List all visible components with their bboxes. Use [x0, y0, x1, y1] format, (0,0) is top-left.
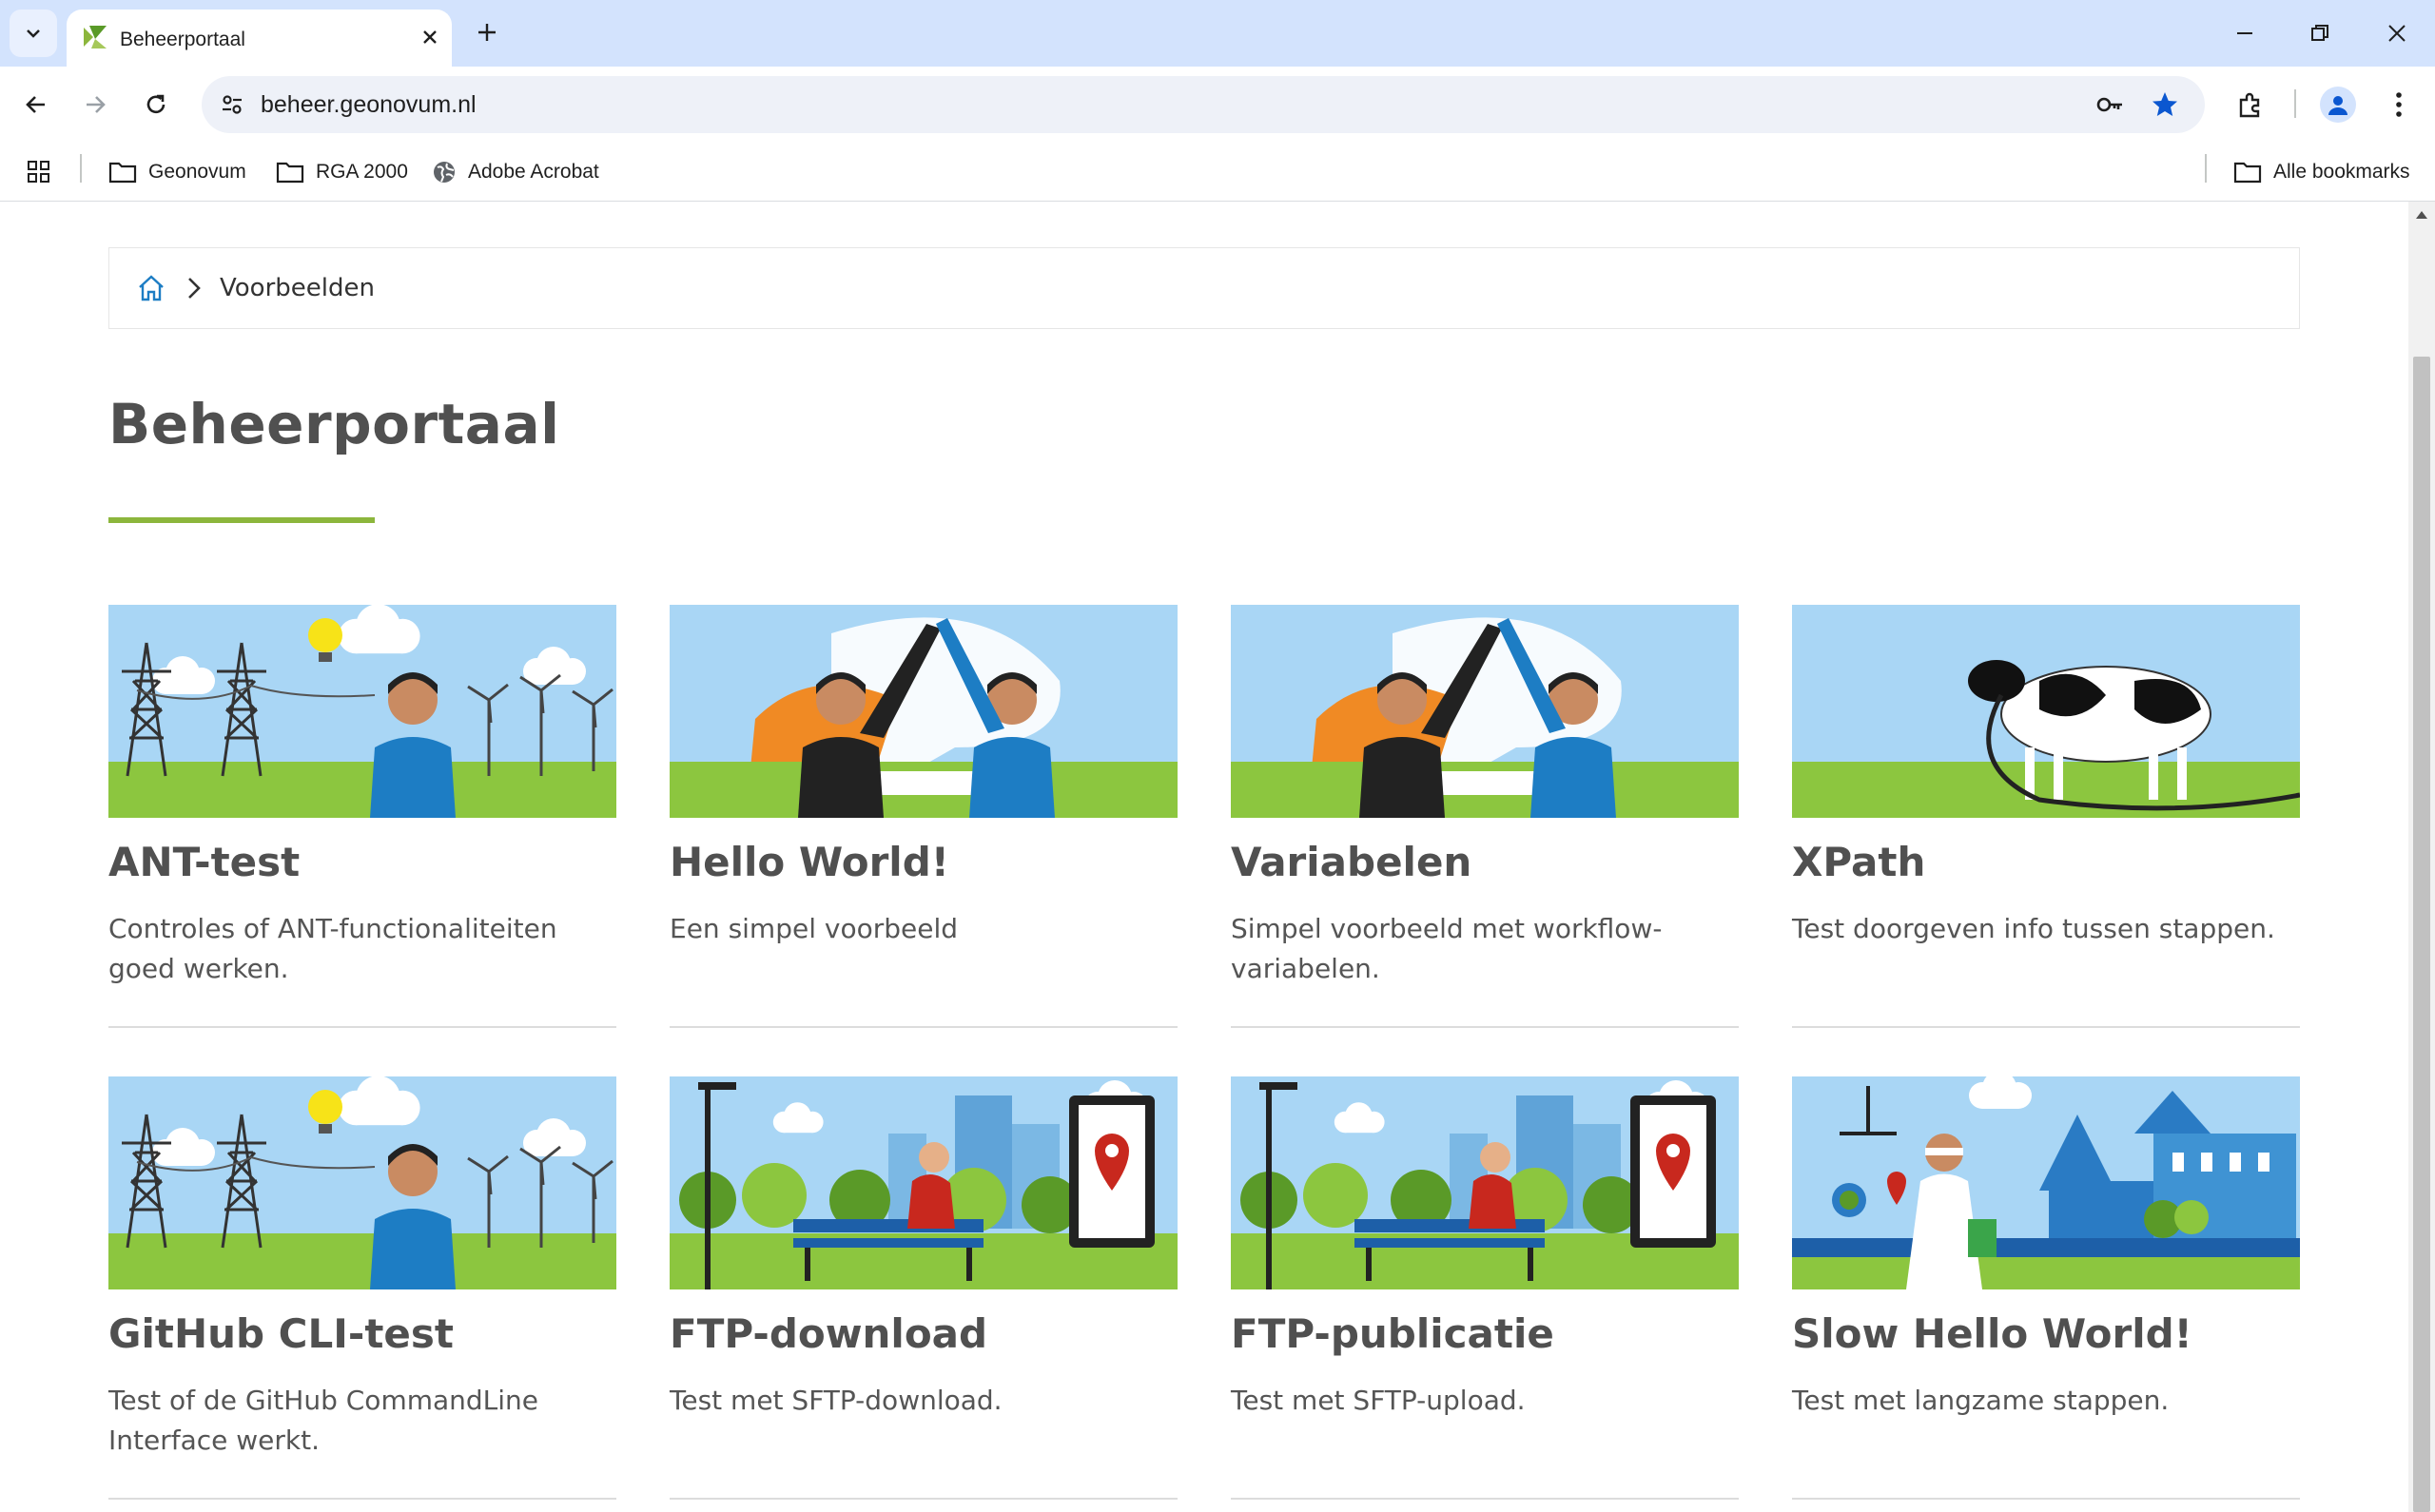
reload-icon: [146, 94, 166, 114]
apps-grid-icon: [28, 161, 49, 183]
apps-button[interactable]: [27, 156, 51, 188]
card-ftp-download[interactable]: FTP-download Test met SFTP-download.: [670, 1076, 1178, 1500]
card-illustration: [1792, 605, 2300, 818]
card-title: Hello World!: [670, 839, 949, 885]
card-illustration: [1792, 1076, 2300, 1289]
all-bookmarks-button[interactable]: Alle bookmarks: [2233, 156, 2410, 188]
scroll-up-arrow[interactable]: [2416, 211, 2427, 219]
globe-icon: [434, 162, 455, 183]
card-github-cli-test[interactable]: GitHub CLI-test Test of de GitHub Comman…: [108, 1076, 616, 1500]
reload-button[interactable]: [135, 84, 177, 126]
page-title: Beheerportaal: [108, 392, 560, 456]
card-illustration: [1231, 1076, 1739, 1289]
card-illustration: [108, 1076, 616, 1289]
breadcrumb-current: Voorbeelden: [220, 274, 375, 302]
restore-button[interactable]: [2291, 10, 2348, 57]
profile-button[interactable]: [2317, 84, 2359, 126]
card-ftp-publicatie[interactable]: FTP-publicatie Test met SFTP-upload.: [1231, 1076, 1739, 1500]
bookmark-geonovum[interactable]: Geonovum: [108, 156, 246, 188]
chevron-right-icon: [180, 274, 208, 302]
bookmark-label: Geonovum: [148, 161, 246, 183]
puzzle-icon: [2239, 92, 2260, 118]
tab-strip: Beheerportaal: [0, 0, 2435, 67]
home-icon: [139, 275, 164, 301]
card-description: Test met SFTP-upload.: [1231, 1385, 1526, 1416]
card-title: GitHub CLI-test: [108, 1310, 454, 1357]
card-title: Slow Hello World!: [1792, 1310, 2192, 1357]
card-illustration: [108, 605, 616, 818]
key-icon: [2096, 97, 2122, 112]
bookmark-star-button[interactable]: [2146, 86, 2184, 124]
bookmarks-divider: [80, 154, 82, 183]
card-description: Test doorgeven info tussen stappen.: [1792, 913, 2275, 944]
arrow-right-icon: [87, 96, 106, 113]
card-description: Controles of ANT-functionaliteiten goed …: [108, 913, 557, 984]
card-ant-test[interactable]: ANT-test Controles of ANT-functionalitei…: [108, 605, 616, 1028]
card-xpath[interactable]: XPath Test doorgeven info tussen stappen…: [1792, 605, 2300, 1028]
card-description: Test met SFTP-download.: [670, 1385, 1003, 1416]
card-title: ANT-test: [108, 839, 301, 885]
geonovum-favicon-icon: [84, 26, 107, 48]
card-illustration: [670, 605, 1178, 818]
title-underline: [108, 517, 375, 523]
close-icon: [2388, 25, 2406, 42]
page-viewport: Voorbeelden Beheerportaal ANT-test Contr…: [0, 202, 2408, 1512]
all-bookmarks-label: Alle bookmarks: [2273, 161, 2410, 183]
minimize-icon: [2237, 32, 2252, 34]
card-description: Een simpel voorbeeld: [670, 913, 959, 944]
scrollbar-thumb[interactable]: [2413, 357, 2430, 1512]
tab-close-button[interactable]: [414, 21, 446, 53]
star-filled-icon: [2153, 92, 2177, 116]
plus-icon: [478, 24, 496, 41]
card-slow-hello-world[interactable]: Slow Hello World! Test met langzame stap…: [1792, 1076, 2300, 1500]
toolbar-divider: [2294, 89, 2296, 118]
bookmark-label: RGA 2000: [316, 161, 408, 183]
close-icon: [423, 30, 437, 44]
breadcrumb-home-link[interactable]: [136, 273, 166, 303]
card-illustration: [1231, 605, 1739, 818]
close-window-button[interactable]: [2368, 10, 2425, 57]
vertical-scrollbar[interactable]: [2408, 202, 2435, 1512]
card-title: FTP-publicatie: [1231, 1310, 1554, 1357]
folder-icon: [2233, 162, 2262, 184]
minimize-button[interactable]: [2216, 10, 2273, 57]
menu-button[interactable]: [2378, 84, 2420, 126]
bookmarks-divider: [2205, 154, 2207, 183]
address-bar[interactable]: beheer.geonovum.nl: [202, 76, 2205, 133]
folder-icon: [108, 162, 137, 184]
browser-toolbar: beheer.geonovum.nl: [0, 67, 2435, 143]
card-description: Simpel voorbeeld met workflow-variabelen…: [1231, 913, 1663, 984]
restore-icon: [2311, 25, 2328, 41]
card-variabelen[interactable]: Variabelen Simpel voorbeeld met workflow…: [1231, 605, 1739, 1028]
card-illustration: [670, 1076, 1178, 1289]
card-description: Test of de GitHub CommandLine Interface …: [108, 1385, 539, 1456]
bookmark-rga-2000[interactable]: RGA 2000: [276, 156, 408, 188]
card-title: FTP-download: [670, 1310, 988, 1357]
active-tab[interactable]: Beheerportaal: [67, 10, 452, 67]
bookmarks-bar: Geonovum RGA 2000 Adobe Acrobat Alle boo…: [0, 143, 2435, 202]
new-tab-button[interactable]: [468, 13, 506, 51]
card-hello-world[interactable]: Hello World! Een simpel voorbeeld: [670, 605, 1178, 1028]
forward-button[interactable]: [74, 84, 116, 126]
bookmark-adobe-acrobat[interactable]: Adobe Acrobat: [432, 156, 599, 188]
tab-search-button[interactable]: [10, 10, 57, 57]
tab-title: Beheerportaal: [120, 29, 245, 50]
url-text: beheer.geonovum.nl: [261, 91, 477, 118]
extensions-button[interactable]: [2230, 84, 2271, 126]
more-vert-icon: [2396, 92, 2402, 117]
folder-icon: [276, 162, 304, 184]
card-title: XPath: [1792, 839, 1926, 885]
back-button[interactable]: [15, 84, 57, 126]
site-info-button[interactable]: [213, 86, 251, 124]
card-description: Test met langzame stappen.: [1792, 1385, 2170, 1416]
breadcrumb: Voorbeelden: [108, 247, 2300, 329]
chevron-down-icon: [27, 29, 40, 38]
tune-icon: [223, 95, 242, 114]
password-key-button[interactable]: [2091, 86, 2129, 124]
card-title: Variabelen: [1231, 839, 1472, 885]
bookmark-label: Adobe Acrobat: [468, 161, 599, 183]
arrow-left-icon: [26, 96, 45, 113]
avatar: [2320, 87, 2356, 123]
person-icon: [2328, 96, 2347, 115]
